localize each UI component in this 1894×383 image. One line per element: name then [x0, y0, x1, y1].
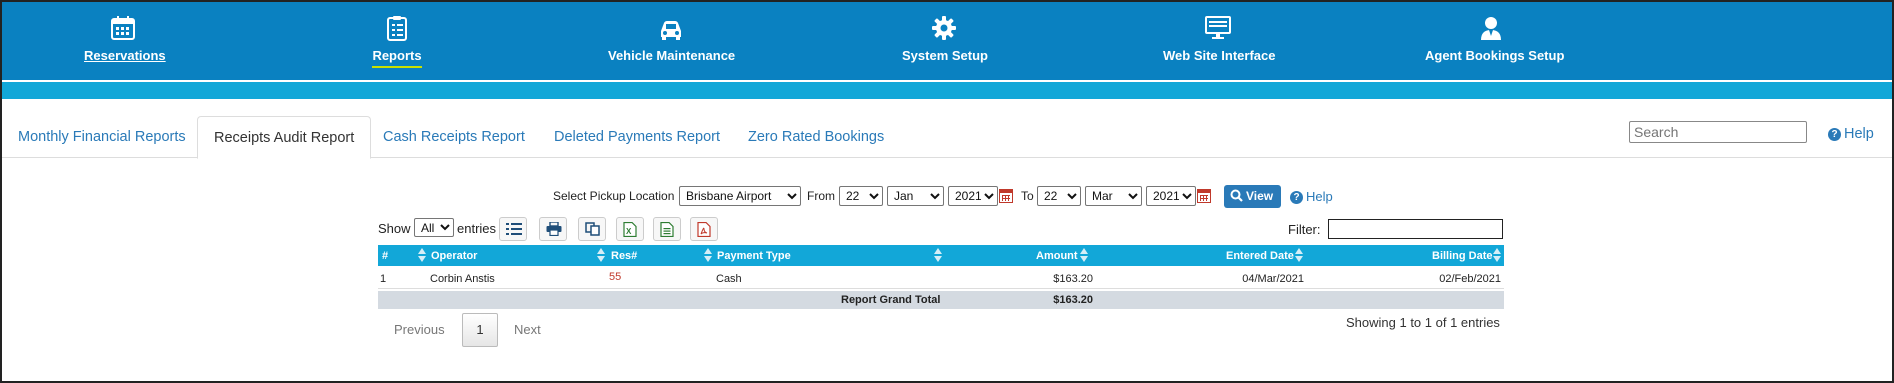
calendar-icon — [111, 16, 135, 40]
car-icon — [661, 21, 681, 40]
cell-billing-date: 02/Feb/2021 — [1439, 273, 1501, 285]
nav-label-reservations: Reservations — [84, 48, 166, 63]
print-icon — [546, 222, 562, 236]
show-label: Show — [378, 221, 411, 236]
col-header-entered-date[interactable]: Entered Date — [1226, 250, 1294, 262]
to-calendar-icon[interactable] — [1197, 189, 1211, 203]
tab-receipts-audit-report[interactable]: Receipts Audit Report — [197, 116, 372, 159]
from-label: From — [807, 189, 835, 203]
pagination-previous[interactable]: Previous — [394, 322, 445, 337]
sort-icon[interactable] — [1080, 248, 1089, 263]
tab-cash-receipts-report[interactable]: Cash Receipts Report — [367, 116, 541, 158]
nav-label-vehicle-maintenance: Vehicle Maintenance — [608, 48, 736, 63]
from-year-select[interactable]: 2021 — [948, 186, 998, 206]
filters-help-label: Help — [1306, 189, 1333, 204]
table-header: # Operator Res# Payment Type Amount Ente… — [378, 245, 1504, 266]
pickup-location-select[interactable]: Brisbane Airport — [679, 186, 801, 206]
from-day-select[interactable]: 22 — [839, 186, 883, 206]
nav-item-reports[interactable]: Reports — [371, 14, 423, 68]
column-list-icon — [506, 223, 522, 235]
svg-text:X: X — [626, 227, 632, 236]
help-icon: ? — [1290, 191, 1303, 204]
col-header-operator[interactable]: Operator — [431, 250, 477, 262]
print-button[interactable] — [539, 217, 567, 241]
gear-icon — [932, 16, 956, 40]
col-header-res[interactable]: Res# — [611, 250, 637, 262]
nav-label-system-setup: System Setup — [902, 48, 988, 63]
excel-icon: X — [623, 222, 637, 237]
to-year-select[interactable]: 2021 — [1146, 186, 1196, 206]
filter-label: Filter: — [1288, 222, 1321, 237]
sort-icon[interactable] — [597, 248, 606, 263]
cell-amount: $163.20 — [1053, 273, 1093, 285]
grand-total-label: Report Grand Total — [841, 294, 941, 306]
nav-item-agent-bookings-setup[interactable]: Agent Bookings Setup — [1425, 14, 1564, 66]
to-label: To — [1021, 189, 1034, 203]
view-button[interactable]: View — [1224, 185, 1281, 208]
tab-monthly-financial-reports[interactable]: Monthly Financial Reports — [2, 116, 202, 158]
search-input[interactable] — [1629, 121, 1807, 143]
from-calendar-icon[interactable] — [999, 189, 1013, 203]
cell-num: 1 — [380, 273, 387, 285]
agent-user-icon — [1481, 17, 1501, 40]
report-tabs: Monthly Financial Reports Receipts Audit… — [2, 116, 1892, 159]
table-filter-input[interactable] — [1328, 219, 1503, 239]
view-button-label: View — [1246, 189, 1274, 203]
monitor-icon — [1205, 16, 1231, 39]
sort-icon[interactable] — [418, 248, 427, 263]
help-icon: ? — [1828, 128, 1841, 141]
col-header-amount[interactable]: Amount — [1036, 250, 1078, 262]
csv-icon — [660, 222, 674, 237]
cell-entered-date: 04/Mar/2021 — [1242, 273, 1304, 285]
cell-payment-type: Cash — [716, 273, 742, 285]
pdf-icon — [697, 222, 711, 237]
sort-icon[interactable] — [704, 248, 713, 263]
nav-item-system-setup[interactable]: System Setup — [902, 14, 988, 66]
col-header-payment-type[interactable]: Payment Type — [717, 250, 791, 262]
copy-icon — [585, 222, 600, 236]
nav-item-reservations[interactable]: Reservations — [84, 14, 166, 66]
sort-icon[interactable] — [1493, 248, 1502, 263]
top-navigation: Reservations Reports Vehicle Maintenance — [2, 2, 1892, 80]
to-day-select[interactable]: 22 — [1037, 186, 1081, 206]
nav-item-web-site-interface[interactable]: Web Site Interface — [1163, 14, 1276, 66]
grand-total-amount: $163.20 — [1053, 294, 1093, 306]
cell-res-link[interactable]: 55 — [609, 271, 621, 283]
cell-operator: Corbin Anstis — [430, 273, 495, 285]
copy-button[interactable] — [578, 217, 606, 241]
help-link[interactable]: ? Help — [1828, 126, 1874, 142]
tab-zero-rated-bookings[interactable]: Zero Rated Bookings — [732, 116, 900, 158]
app-window: Reservations Reports Vehicle Maintenance — [0, 0, 1894, 383]
grand-total-row: Report Grand Total $163.20 — [378, 291, 1504, 309]
sort-icon[interactable] — [934, 248, 943, 263]
column-visibility-button[interactable] — [499, 217, 527, 241]
nav-item-vehicle-maintenance[interactable]: Vehicle Maintenance — [608, 14, 736, 66]
nav-label-agent-bookings-setup: Agent Bookings Setup — [1425, 48, 1565, 63]
sub-navigation-bar — [2, 82, 1892, 99]
clipboard-list-icon — [387, 16, 407, 41]
tab-deleted-payments-report[interactable]: Deleted Payments Report — [538, 116, 736, 158]
table-row: 1 Corbin Anstis 55 Cash $163.20 04/Mar/2… — [378, 268, 1504, 289]
entries-label: entries — [457, 221, 497, 236]
search-icon — [1230, 189, 1243, 202]
filters-help-link[interactable]: ? Help — [1290, 189, 1333, 204]
sort-icon[interactable] — [1295, 248, 1304, 263]
excel-export-button[interactable]: X — [616, 217, 644, 241]
pagination-page-1[interactable]: 1 — [462, 313, 498, 347]
pdf-export-button[interactable] — [690, 217, 718, 241]
nav-label-web-site-interface: Web Site Interface — [1163, 48, 1276, 63]
entries-length-select[interactable]: All — [414, 218, 454, 237]
help-label: Help — [1844, 126, 1874, 142]
to-month-select[interactable]: Mar — [1085, 186, 1142, 206]
col-header-billing-date[interactable]: Billing Date — [1432, 250, 1493, 262]
pagination-info: Showing 1 to 1 of 1 entries — [1346, 315, 1500, 330]
pickup-location-label: Select Pickup Location — [553, 189, 675, 203]
nav-label-reports: Reports — [372, 48, 422, 68]
csv-export-button[interactable] — [653, 217, 681, 241]
col-header-num[interactable]: # — [382, 250, 388, 262]
from-month-select[interactable]: Jan — [887, 186, 944, 206]
pagination-next[interactable]: Next — [514, 322, 541, 337]
